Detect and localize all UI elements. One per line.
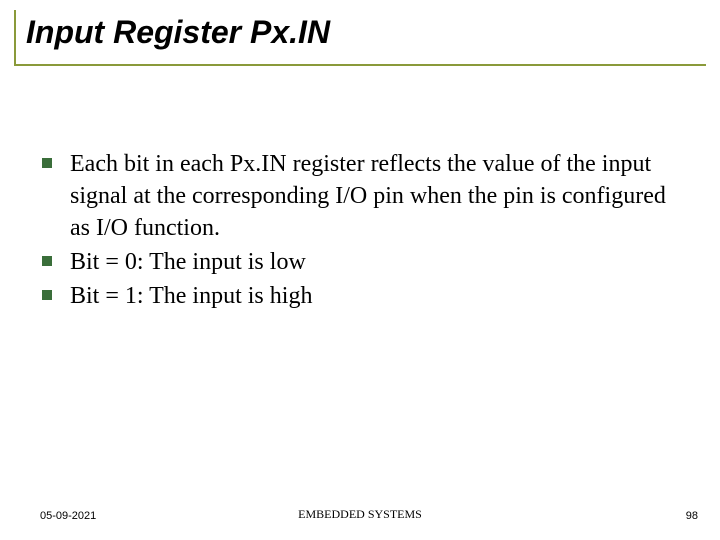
- list-item: Each bit in each Px.IN register reflects…: [42, 148, 690, 244]
- list-item: Bit = 0: The input is low: [42, 246, 690, 278]
- title-container: Input Register Px.IN: [14, 10, 706, 66]
- footer-title: EMBEDDED SYSTEMS: [0, 507, 720, 522]
- bullet-text: Bit = 0: The input is low: [70, 246, 306, 278]
- slide: Input Register Px.IN Each bit in each Px…: [0, 0, 720, 540]
- footer-page-number: 98: [686, 510, 698, 522]
- page-title: Input Register Px.IN: [26, 10, 706, 52]
- square-bullet-icon: [42, 290, 52, 300]
- bullet-list: Each bit in each Px.IN register reflects…: [42, 148, 690, 314]
- square-bullet-icon: [42, 158, 52, 168]
- list-item: Bit = 1: The input is high: [42, 280, 690, 312]
- bullet-text: Bit = 1: The input is high: [70, 280, 312, 312]
- bullet-text: Each bit in each Px.IN register reflects…: [70, 148, 690, 244]
- square-bullet-icon: [42, 256, 52, 266]
